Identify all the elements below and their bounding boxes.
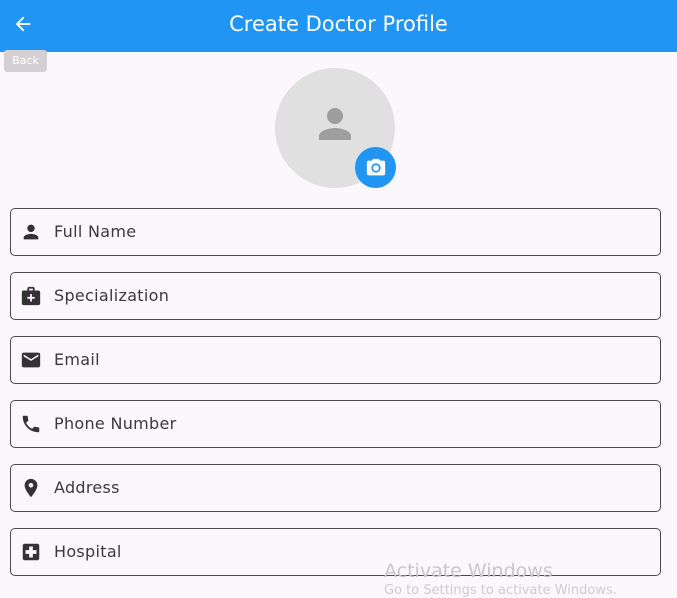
phone-icon	[20, 413, 42, 435]
field-label: Full Name	[54, 222, 137, 241]
full-name-field[interactable]: Full Name	[10, 208, 661, 256]
back-tooltip: Back	[4, 50, 47, 72]
activate-windows-subtitle: Go to Settings to activate Windows.	[384, 583, 617, 598]
location-pin-icon	[20, 477, 42, 499]
medical-bag-icon	[20, 285, 42, 307]
person-icon	[319, 108, 351, 140]
field-label: Hospital	[54, 542, 122, 561]
address-field[interactable]: Address	[10, 464, 661, 512]
camera-icon	[366, 158, 385, 175]
app-bar: Create Doctor Profile	[0, 0, 677, 52]
hospital-icon	[20, 541, 42, 563]
camera-button[interactable]	[355, 147, 396, 188]
activate-windows-watermark: Activate Windows	[384, 560, 553, 582]
phone-number-field[interactable]: Phone Number	[10, 400, 661, 448]
hospital-field[interactable]: Hospital	[10, 528, 661, 576]
person-icon	[20, 221, 42, 243]
page-title: Create Doctor Profile	[229, 12, 448, 36]
field-label: Phone Number	[54, 414, 177, 433]
field-label: Email	[54, 350, 100, 369]
field-label: Specialization	[54, 286, 170, 305]
specialization-field[interactable]: Specialization	[10, 272, 661, 320]
email-field[interactable]: Email	[10, 336, 661, 384]
email-icon	[20, 349, 42, 371]
field-label: Address	[54, 478, 120, 497]
